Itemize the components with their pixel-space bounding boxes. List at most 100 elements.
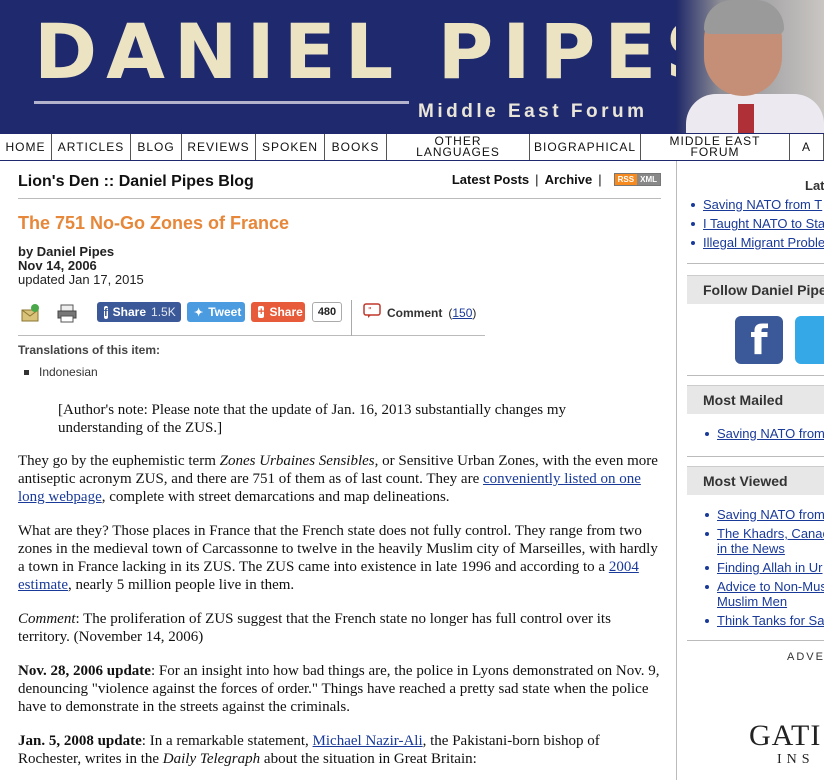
nav-item-home[interactable]: HOME [0,134,52,160]
separator: | [598,172,602,187]
text: : In a remarkable statement, [141,733,313,749]
rss-badge[interactable]: RSS XML [613,173,661,186]
bullet [705,566,709,570]
blog-header: Lion's Den :: Daniel Pipes Blog Latest P… [18,171,661,199]
follow-heading: Follow Daniel Pipe [687,275,824,304]
svg-text:": " [368,306,372,315]
text: : The proliferation of ZUS suggest that … [18,611,611,645]
tweet-button[interactable]: ✦ Tweet [187,302,245,322]
translation-language[interactable]: Indonesian [39,365,98,379]
site-subtitle[interactable]: Middle East Forum [418,101,647,123]
twitter-icon: ✦ [194,306,204,319]
paragraph: Nov. 28, 2006 update: For an insight int… [18,662,660,716]
list-item[interactable]: Finding Allah in Ur [691,560,824,575]
nav-item-blog[interactable]: BLOG [131,134,182,160]
list-item[interactable]: Think Tanks for Sa [691,613,824,628]
bullet [705,532,709,536]
portrait-shirt [686,94,824,133]
bullet [705,619,709,623]
nav-item-biographical[interactable]: BIOGRAPHICAL [530,134,641,160]
article-title: The 751 No-Go Zones of France [18,213,290,233]
comment-link[interactable]: " Comment (150) [363,303,476,322]
text: They go by the euphemistic term [18,453,220,469]
xml-label: XML [637,174,660,185]
viewed-link[interactable]: Advice to Non-Mus Muslim Men [717,579,824,609]
latest-posts-link[interactable]: Latest Posts [452,172,529,187]
publish-date: Nov 14, 2006 [18,258,97,273]
comment-icon: " [363,303,381,322]
list-item[interactable]: Advice to Non-Mus Muslim Men [691,579,824,609]
bullet [691,222,695,226]
gatestone-logo[interactable]: GATI INS [749,721,821,767]
separator: | [535,172,539,187]
nav-item-other-languages[interactable]: OTHER LANGUAGES [387,134,530,160]
advertisement-label: ADVE [787,651,824,663]
author-note: [Author's note: Please note that the upd… [58,402,567,436]
facebook-icon: f [104,305,108,319]
nav-item-reviews[interactable]: REVIEWS [182,134,256,160]
logo-text: GATI [749,719,822,752]
paragraph: What are they? Those places in France th… [18,522,660,594]
translation-item[interactable]: Indonesian [24,365,98,379]
facebook-share-count: 1.5K [151,305,176,319]
nav-item-books[interactable]: BOOKS [325,134,387,160]
portrait-tie [738,104,754,133]
viewed-link[interactable]: Think Tanks for Sa [717,613,824,628]
blog-links: Latest Posts | Archive | RSS XML [452,172,661,187]
most-viewed-list: Saving NATO from The Khadrs, Canac in th… [691,507,824,632]
archive-link[interactable]: Archive [545,172,593,187]
latest-link[interactable]: I Taught NATO to Sta [703,216,824,231]
viewed-link[interactable]: The Khadrs, Canac in the News [717,526,824,556]
list-item[interactable]: Saving NATO from [691,426,824,441]
share-bar: f Share 1.5K ✦ Tweet + Share 480 " Comme… [18,298,485,336]
share-button[interactable]: + Share [251,302,305,322]
email-icon[interactable] [20,303,42,323]
most-mailed-heading: Most Mailed [687,385,824,414]
most-mailed-list: Saving NATO from [691,426,824,445]
logo-subtext: INS [777,752,815,767]
latest-heading: Lat [805,178,824,193]
rss-label: RSS [614,174,638,185]
facebook-follow-icon[interactable]: f [735,316,783,364]
latest-link[interactable]: Saving NATO from T [703,197,822,212]
mailed-link[interactable]: Saving NATO from [717,426,824,441]
text: Daily Telegraph [162,751,261,767]
list-item[interactable]: Saving NATO from [691,507,824,522]
bullet [705,585,709,589]
list-item[interactable]: Illegal Migrant Proble [691,235,824,250]
twitter-follow-icon[interactable] [795,316,824,364]
text: , complete with street demarcations and … [101,489,450,505]
nazir-ali-link[interactable]: Michael Nazir-Ali [313,733,423,749]
latest-list: Saving NATO from T I Taught NATO to Sta … [691,197,824,254]
list-item[interactable]: The Khadrs, Canac in the News [691,526,824,556]
site-title[interactable]: DANIEL PIPES [34,14,729,90]
divider [687,263,824,264]
update-label: Nov. 28, 2006 update [18,663,151,679]
comment-count-link[interactable]: 150 [452,306,472,320]
text: Comment [18,611,76,627]
comment-count[interactable]: (150) [448,306,476,320]
list-item[interactable]: Saving NATO from T [691,197,824,212]
nav-item-articles[interactable]: ARTICLES [52,134,131,160]
text: about the situation in Great Britain: [260,751,477,767]
facebook-share-button[interactable]: f Share 1.5K [97,302,181,322]
viewed-link[interactable]: Saving NATO from [717,507,824,522]
update-label: Jan. 5, 2008 update [18,733,142,749]
translations-heading: Translations of this item: [18,343,161,357]
viewed-link[interactable]: Finding Allah in Ur [717,560,823,575]
list-item[interactable]: I Taught NATO to Sta [691,216,824,231]
paragraph: Jan. 5, 2008 update: In a remarkable sta… [18,732,660,768]
sidebar: Lat Saving NATO from T I Taught NATO to … [676,161,824,780]
print-icon[interactable] [56,303,78,323]
nav-item-a[interactable]: A [790,134,824,160]
divider [687,456,824,457]
nav-item-middle-east-forum[interactable]: MIDDLE EAST FORUM [641,134,790,160]
facebook-share-label: Share [112,305,147,319]
paragraph: They go by the euphemistic term Zones Ur… [18,452,660,506]
share-count: 480 [312,302,342,322]
nav-item-spoken[interactable]: SPOKEN [256,134,325,160]
latest-link[interactable]: Illegal Migrant Proble [703,235,824,250]
text: What are they? Those places in France th… [18,523,658,575]
portrait-hair [704,0,784,34]
tweet-label: Tweet [208,305,242,319]
